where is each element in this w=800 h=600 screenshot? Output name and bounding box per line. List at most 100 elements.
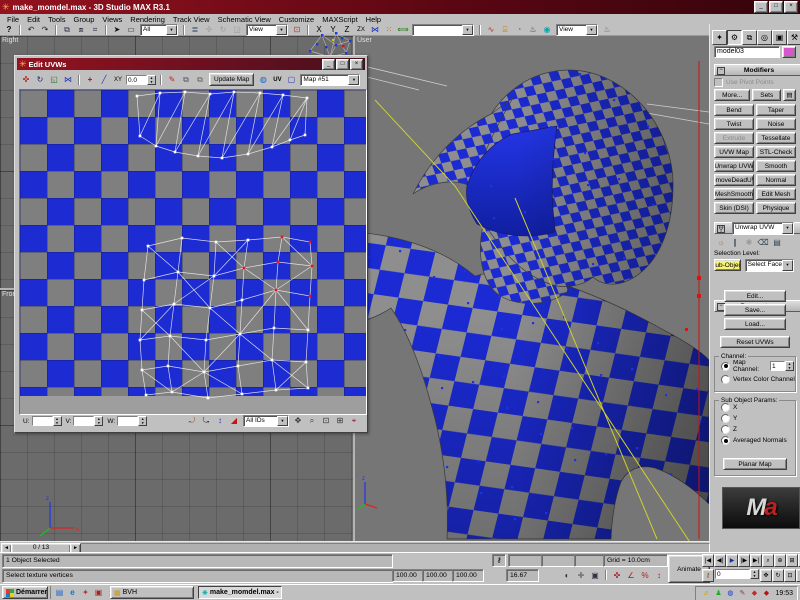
map-select-combo[interactable]: Map #51▼ bbox=[300, 74, 360, 86]
render-last-icon[interactable]: ♨ bbox=[601, 24, 613, 35]
menu-edit[interactable]: Edit bbox=[23, 15, 44, 24]
uv-vertex[interactable] bbox=[289, 139, 292, 142]
help-mode-icon[interactable]: ? bbox=[3, 24, 15, 35]
select-and-scale-icon[interactable]: ◲ bbox=[231, 24, 243, 35]
modifier-button-meshsmooth[interactable]: MeshSmooth bbox=[714, 188, 754, 200]
uv-vertex[interactable] bbox=[209, 93, 212, 96]
modifier-button-tessellate[interactable]: Tessellate bbox=[756, 132, 796, 144]
planar-map-button[interactable]: Planar Map bbox=[723, 458, 787, 470]
uv-vertex[interactable] bbox=[159, 92, 162, 95]
radio-icon[interactable] bbox=[721, 403, 730, 412]
tray-user-icon[interactable]: ♟ bbox=[713, 588, 723, 599]
modifier-button-skin-dsi-[interactable]: Skin (DSI) bbox=[714, 202, 754, 214]
weld-threshold-field[interactable]: 0.0▴▾ bbox=[126, 75, 156, 85]
uv-island-2[interactable] bbox=[139, 236, 314, 400]
dialog-maximize-button[interactable]: □ bbox=[336, 59, 349, 70]
modifier-button-unwrap-uvw[interactable]: Unwrap UVW bbox=[714, 160, 754, 172]
uv-vertex[interactable] bbox=[143, 279, 146, 282]
modifier-button-twist[interactable]: Twist bbox=[714, 118, 754, 130]
sub-object-button[interactable]: Sub-Object bbox=[714, 259, 741, 271]
task-button-bvh[interactable]: ▦BVH bbox=[110, 586, 194, 599]
start-button[interactable]: Démarrer bbox=[2, 586, 48, 599]
uv-vertex[interactable] bbox=[221, 157, 224, 160]
tray-app1-icon[interactable]: ◆ bbox=[749, 588, 759, 599]
move-vertical-icon[interactable]: ↕ bbox=[214, 416, 226, 427]
mirror-uv-icon[interactable]: ⋈ bbox=[62, 74, 74, 85]
align-icon[interactable]: ⟺ bbox=[397, 24, 409, 35]
menu-rendering[interactable]: Rendering bbox=[126, 15, 169, 24]
menu-tools[interactable]: Tools bbox=[44, 15, 70, 24]
utilities-tab[interactable]: ⚒ bbox=[787, 30, 800, 45]
uv-vertex[interactable] bbox=[141, 369, 144, 372]
modify-tab[interactable]: ⚙ bbox=[727, 30, 742, 45]
map-channel-field[interactable]: 1▴▾ bbox=[770, 361, 794, 371]
uv-vertex[interactable] bbox=[273, 327, 276, 330]
uv-vertex[interactable] bbox=[203, 371, 206, 374]
object-color-swatch[interactable] bbox=[782, 46, 796, 58]
v-field[interactable]: ▴▾ bbox=[73, 416, 103, 426]
uv-island-1[interactable] bbox=[136, 91, 309, 160]
menu-file[interactable]: File bbox=[3, 15, 23, 24]
quick-render-icon[interactable]: ◉ bbox=[541, 24, 553, 35]
undo-icon[interactable]: ↶ bbox=[25, 24, 37, 35]
more-modifiers-button[interactable]: More... bbox=[714, 89, 750, 101]
pan-uv-icon[interactable]: ✥ bbox=[292, 416, 304, 427]
uv-vertex[interactable] bbox=[259, 92, 262, 95]
angle-snap-icon[interactable]: ∠ bbox=[625, 570, 637, 581]
display-tab[interactable]: ▣ bbox=[772, 30, 787, 45]
modifier-button-extrude[interactable]: Extrude bbox=[714, 132, 754, 144]
menu-group[interactable]: Group bbox=[70, 15, 99, 24]
zoom-extents-icon[interactable]: ⊞ bbox=[786, 554, 798, 567]
time-slider[interactable]: ◄ 0 / 13 ► bbox=[0, 541, 709, 552]
maximize-button[interactable]: □ bbox=[769, 1, 783, 13]
reset-uvws-button[interactable]: Reset UVWs bbox=[720, 336, 790, 348]
selection-filter-combo[interactable]: All▼ bbox=[140, 24, 178, 36]
active-toggle-icon[interactable]: ☼ bbox=[715, 237, 727, 248]
named-selection-sets-combo[interactable]: ▼ bbox=[412, 24, 474, 36]
uv-vertex[interactable] bbox=[197, 155, 200, 158]
unlink-selection-icon[interactable]: ⧈ bbox=[75, 24, 87, 35]
uv-vertex[interactable] bbox=[181, 237, 184, 240]
edit-stack-icon[interactable]: ▤ bbox=[771, 237, 783, 248]
scale-uv-icon[interactable]: ◱ bbox=[48, 74, 60, 85]
uv-vertex-selected[interactable] bbox=[281, 236, 284, 239]
uv-vertex-selected[interactable] bbox=[277, 261, 280, 264]
array-icon[interactable]: ⁙ bbox=[383, 24, 395, 35]
uv-vertex[interactable] bbox=[307, 387, 310, 390]
uv-vertex[interactable] bbox=[141, 309, 144, 312]
filter-selected-faces-icon[interactable]: ✎ bbox=[166, 74, 178, 85]
zoom-icon[interactable]: ⌕ bbox=[762, 554, 774, 567]
uv-vertex[interactable] bbox=[139, 135, 142, 138]
close-button[interactable]: × bbox=[784, 1, 798, 13]
snap-toggle-icon[interactable]: ✜ bbox=[611, 570, 623, 581]
show-end-result-icon[interactable]: ∥ bbox=[729, 237, 741, 248]
modifier-button-emovedeaduv[interactable]: emoveDeadUV bbox=[714, 174, 754, 186]
uv-vertex-selected[interactable] bbox=[309, 241, 312, 244]
modifier-button-normal[interactable]: Normal bbox=[756, 174, 796, 186]
axis-radio-z[interactable]: Z bbox=[721, 425, 795, 434]
modifier-button-taper[interactable]: Taper bbox=[756, 104, 796, 116]
uv-vertex-selected[interactable] bbox=[311, 265, 314, 268]
user-viewport-label[interactable]: User bbox=[357, 37, 372, 44]
radio-icon[interactable] bbox=[721, 425, 730, 434]
all-ids-combo[interactable]: All IDs▼ bbox=[243, 415, 289, 427]
arc-rotate-icon[interactable]: ↻ bbox=[772, 569, 784, 582]
zoom-region-uv-icon[interactable]: ⊡ bbox=[320, 416, 332, 427]
select-by-name-icon[interactable]: ≣ bbox=[189, 24, 201, 35]
quicklaunch-channels-icon[interactable]: ✦ bbox=[80, 587, 91, 598]
face-mode-icon[interactable]: ▢ bbox=[285, 74, 297, 85]
uv-vertex[interactable] bbox=[147, 245, 150, 248]
minimize-button[interactable]: _ bbox=[754, 1, 768, 13]
key-mode-toggle-icon[interactable]: ⚷ bbox=[702, 569, 714, 582]
move-uv-icon[interactable]: ✜ bbox=[20, 74, 32, 85]
select-and-link-icon[interactable]: ⧉ bbox=[61, 24, 73, 35]
uv-vertex[interactable] bbox=[271, 359, 274, 362]
menu-track-view[interactable]: Track View bbox=[169, 15, 214, 24]
front-viewport-label[interactable]: Front bbox=[2, 291, 14, 298]
radio-icon[interactable] bbox=[721, 375, 730, 384]
modifier-stack-combo[interactable]: Unwrap UVW▼ bbox=[732, 222, 794, 235]
uv-vertex[interactable] bbox=[307, 329, 310, 332]
menu-maxscript[interactable]: MAXScript bbox=[318, 15, 361, 24]
go-to-start-button[interactable]: |◀ bbox=[702, 554, 714, 567]
weld-selected-icon[interactable]: + bbox=[84, 74, 96, 85]
